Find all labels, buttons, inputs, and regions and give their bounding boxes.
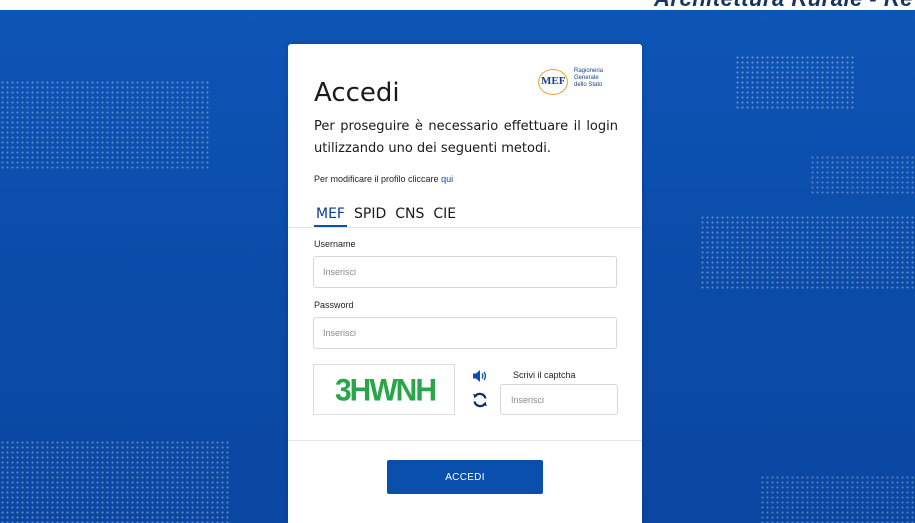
dot-pattern	[0, 80, 210, 170]
top-strip: Architettura Rurale - Re	[0, 0, 915, 10]
username-input[interactable]	[313, 256, 617, 288]
dot-pattern	[760, 475, 915, 523]
logo-line: Generale	[574, 75, 599, 81]
profile-change-label: Per modificare il profilo cliccare	[314, 174, 439, 184]
dot-pattern	[700, 215, 915, 290]
dot-pattern	[0, 440, 230, 523]
profile-change-link[interactable]: qui	[441, 174, 453, 184]
logo-subtitle: Ragioneria Generale dello Stato	[574, 68, 620, 89]
password-input[interactable]	[313, 317, 617, 349]
speaker-icon[interactable]	[471, 367, 489, 385]
captcha-input[interactable]	[500, 384, 618, 415]
tab-cns[interactable]: CNS	[393, 205, 426, 227]
tab-divider	[288, 227, 642, 228]
mef-logo: MEF Ragioneria Generale dello Stato	[538, 67, 620, 97]
tab-spid[interactable]: SPID	[352, 205, 388, 227]
mef-emblem-text: MEF	[541, 75, 566, 87]
login-description: Per proseguire è necessario effettuare i…	[314, 119, 618, 156]
page-header-title: Architettura Rurale - Re	[654, 0, 913, 10]
refresh-icon[interactable]	[471, 391, 489, 409]
login-button[interactable]: ACCEDI	[387, 460, 543, 494]
captcha-label: Scrivi il captcha	[513, 370, 576, 380]
login-card: Accedi MEF Ragioneria Generale dello Sta…	[288, 44, 642, 523]
captcha-text: 3HWNH	[335, 373, 437, 408]
password-label: Password	[314, 300, 354, 310]
page-title: Accedi	[314, 78, 400, 108]
tab-cie[interactable]: CIE	[431, 205, 458, 227]
logo-line: Ragioneria	[574, 68, 604, 74]
username-label: Username	[314, 239, 356, 249]
login-method-tabs: MEF SPID CNS CIE	[314, 205, 458, 227]
tab-mef[interactable]: MEF	[314, 205, 347, 227]
logo-line: dello Stato	[574, 82, 603, 88]
captcha-image: 3HWNH	[313, 364, 455, 415]
form-divider	[288, 440, 642, 441]
profile-change-text: Per modificare il profilo cliccare qui	[314, 174, 453, 184]
dot-pattern	[810, 155, 915, 195]
dot-pattern	[735, 55, 855, 110]
